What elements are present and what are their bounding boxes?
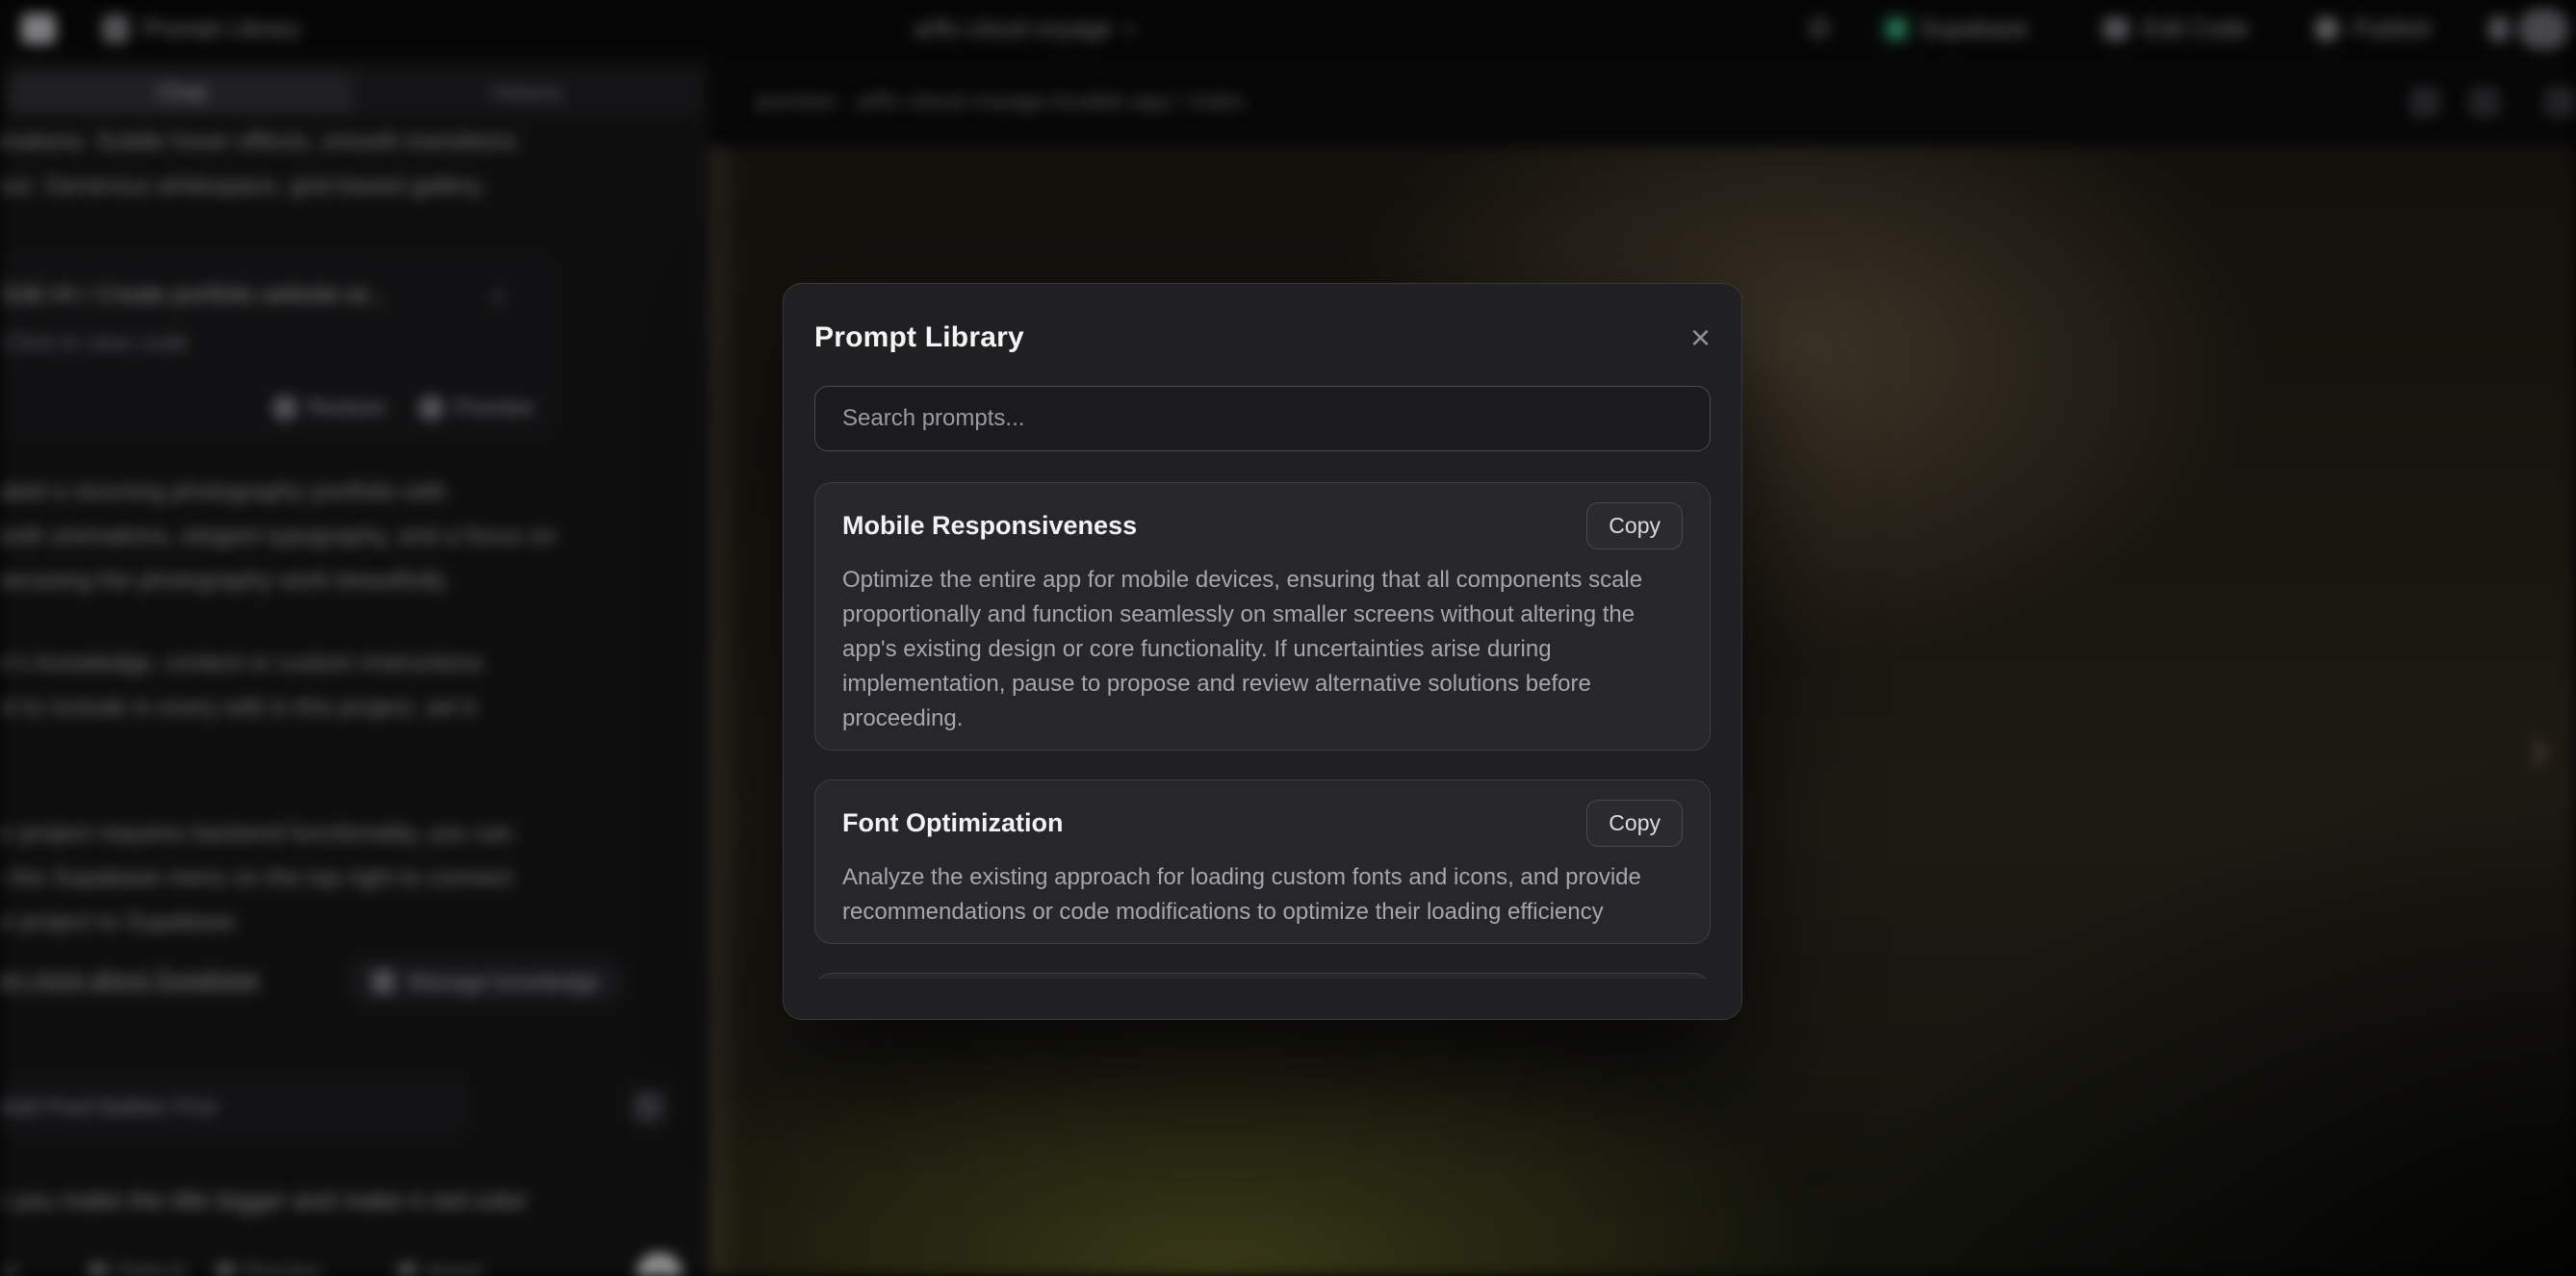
copy-button[interactable]: Copy — [1586, 502, 1683, 549]
modal-title: Prompt Library — [814, 321, 1024, 354]
prompt-body: Analyze the existing approach for loadin… — [842, 860, 1683, 930]
close-icon[interactable]: × — [1690, 320, 1711, 355]
prompt-library-modal: Prompt Library × Mobile Responsiveness C… — [783, 283, 1742, 1020]
prompt-body: Optimize the entire app for mobile devic… — [842, 563, 1683, 736]
prompt-title: Mobile Responsiveness — [842, 511, 1137, 541]
prompt-list: Mobile Responsiveness Copy Optimize the … — [814, 482, 1711, 979]
app-window: Prompt Library arftc-cloud-voyage ▾ ⚙ Su… — [0, 0, 2576, 1276]
prompt-card-partial — [814, 973, 1711, 979]
prompt-card-font-optimization: Font Optimization Copy Analyze the exist… — [814, 779, 1711, 944]
search-input[interactable] — [814, 386, 1711, 451]
prompt-title: Font Optimization — [842, 808, 1063, 838]
prompt-card-mobile-responsiveness: Mobile Responsiveness Copy Optimize the … — [814, 482, 1711, 751]
copy-button[interactable]: Copy — [1586, 800, 1683, 847]
